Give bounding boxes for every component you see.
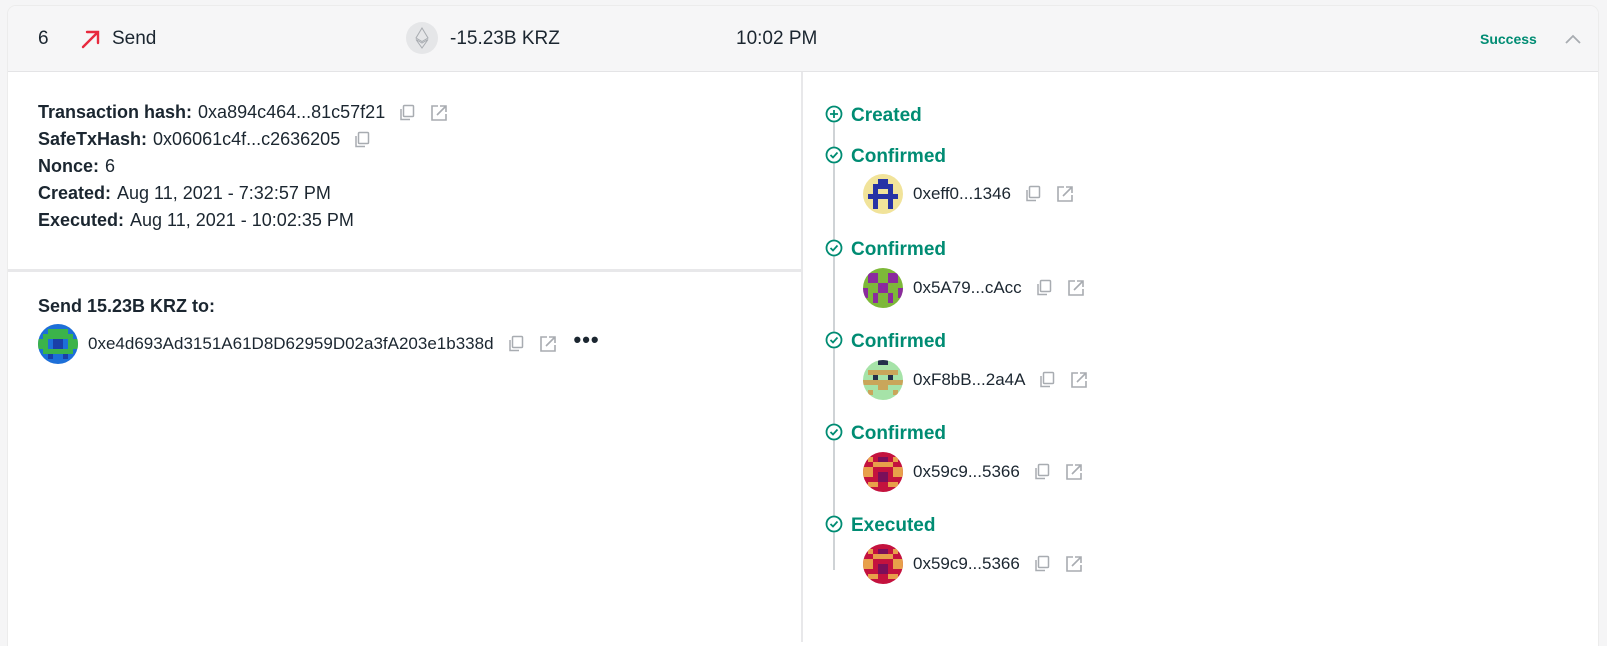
timeline-created: Created — [825, 104, 922, 128]
timeline-event-label: Confirmed — [851, 331, 946, 352]
tx-hash-label: Transaction hash: — [38, 102, 193, 122]
send-to-title: Send 15.23B KRZ to: — [38, 295, 216, 316]
executed-label: Executed: — [38, 210, 125, 230]
nonce-label: Nonce: — [38, 156, 100, 176]
arrow-up-right-icon — [80, 6, 102, 72]
avatar — [38, 324, 78, 364]
tx-details: Transaction hash: 0xa894c464...81c57f21 … — [8, 72, 803, 272]
tx-time: 10:02 PM — [736, 28, 818, 49]
tx-amount: -15.23B KRZ — [450, 28, 560, 49]
avatar — [863, 268, 903, 308]
safe-tx-hash-row: SafeTxHash: 0x06061c4f...c2636205 — [38, 126, 803, 153]
status-badge: Success — [1480, 31, 1537, 47]
timeline-created-label: Created — [851, 105, 922, 126]
owner-row: 0x59c9...5366 — [863, 452, 1084, 492]
check-circle-icon — [825, 423, 843, 446]
owner-row: 0xF8bB...2a4A — [863, 360, 1089, 400]
check-circle-icon — [825, 146, 843, 169]
owner-row: 0xeff0...1346 — [863, 174, 1075, 214]
timeline-event: Confirmed — [825, 238, 946, 262]
owner-address: 0x59c9...5366 — [913, 462, 1020, 481]
avatar — [863, 360, 903, 400]
executed-value: Aug 11, 2021 - 10:02:35 PM — [130, 210, 354, 230]
nonce-row: Nonce: 6 — [38, 153, 803, 180]
timeline-event-label: Confirmed — [851, 239, 946, 260]
tx-type-label: Send — [112, 28, 157, 49]
owner-row: 0x5A79...cAcc — [863, 268, 1086, 308]
created-label: Created: — [38, 183, 112, 203]
timeline-event-label: Confirmed — [851, 423, 946, 444]
tx-nonce: 6 — [38, 28, 49, 49]
avatar — [863, 452, 903, 492]
check-circle-icon — [825, 331, 843, 354]
owner-row: 0x59c9...5366 — [863, 544, 1084, 584]
copy-icon[interactable] — [397, 103, 417, 123]
executed-row: Executed: Aug 11, 2021 - 10:02:35 PM — [38, 207, 803, 234]
recipient-address: 0xe4d693Ad3151A61D8D62959D02a3fA203e1b33… — [88, 334, 494, 353]
safe-tx-hash-value: 0x06061c4f...c2636205 — [153, 129, 341, 149]
external-link-icon[interactable] — [1064, 462, 1084, 482]
external-link-icon[interactable] — [1064, 554, 1084, 574]
owner-address: 0xeff0...1346 — [913, 184, 1011, 203]
timeline-panel: Created Confirmed 0xeff0...1346 Confirme… — [805, 72, 1598, 642]
external-link-icon[interactable] — [429, 103, 449, 123]
transaction-card: 6 Send -15.23B KRZ 10:02 PM Success Tran… — [8, 6, 1598, 646]
nonce-value: 6 — [105, 156, 116, 176]
avatar — [863, 544, 903, 584]
timeline-event: Confirmed — [825, 330, 946, 354]
plus-circle-icon — [825, 105, 843, 128]
safe-tx-hash-label: SafeTxHash: — [38, 129, 148, 149]
timeline-event: Confirmed — [825, 145, 946, 169]
external-link-icon[interactable] — [1055, 184, 1075, 204]
copy-icon[interactable] — [1037, 370, 1057, 390]
tx-hash-value: 0xa894c464...81c57f21 — [198, 102, 386, 122]
owner-address: 0x5A79...cAcc — [913, 278, 1022, 297]
owner-address: 0xF8bB...2a4A — [913, 370, 1026, 389]
transaction-body: Transaction hash: 0xa894c464...81c57f21 … — [8, 72, 1598, 642]
ethereum-icon — [406, 22, 438, 54]
recipient-row: 0xe4d693Ad3151A61D8D62959D02a3fA203e1b33… — [38, 324, 600, 364]
timeline-event-label: Executed — [851, 515, 936, 536]
avatar — [863, 174, 903, 214]
external-link-icon[interactable] — [538, 334, 558, 354]
check-circle-icon — [825, 515, 843, 538]
details-panel: Transaction hash: 0xa894c464...81c57f21 … — [8, 72, 803, 642]
copy-icon[interactable] — [1032, 462, 1052, 482]
timeline-event-label: Confirmed — [851, 146, 946, 167]
external-link-icon[interactable] — [1066, 278, 1086, 298]
check-circle-icon — [825, 239, 843, 262]
timeline-event: Confirmed — [825, 422, 946, 446]
tx-hash-row: Transaction hash: 0xa894c464...81c57f21 — [38, 99, 803, 126]
chevron-up-icon[interactable] — [1562, 6, 1584, 72]
copy-icon[interactable] — [506, 334, 526, 354]
created-value: Aug 11, 2021 - 7:32:57 PM — [117, 183, 331, 203]
send-to-section: Send 15.23B KRZ to: 0xe4d693Ad3151A61D8D… — [38, 294, 600, 364]
more-options-button[interactable]: ••• — [574, 329, 600, 353]
copy-icon[interactable] — [352, 130, 372, 150]
owner-address: 0x59c9...5366 — [913, 554, 1020, 573]
copy-icon[interactable] — [1023, 184, 1043, 204]
copy-icon[interactable] — [1034, 278, 1054, 298]
external-link-icon[interactable] — [1069, 370, 1089, 390]
created-row: Created: Aug 11, 2021 - 7:32:57 PM — [38, 180, 803, 207]
copy-icon[interactable] — [1032, 554, 1052, 574]
timeline-event: Executed — [825, 514, 935, 538]
transaction-header[interactable]: 6 Send -15.23B KRZ 10:02 PM Success — [8, 6, 1598, 72]
